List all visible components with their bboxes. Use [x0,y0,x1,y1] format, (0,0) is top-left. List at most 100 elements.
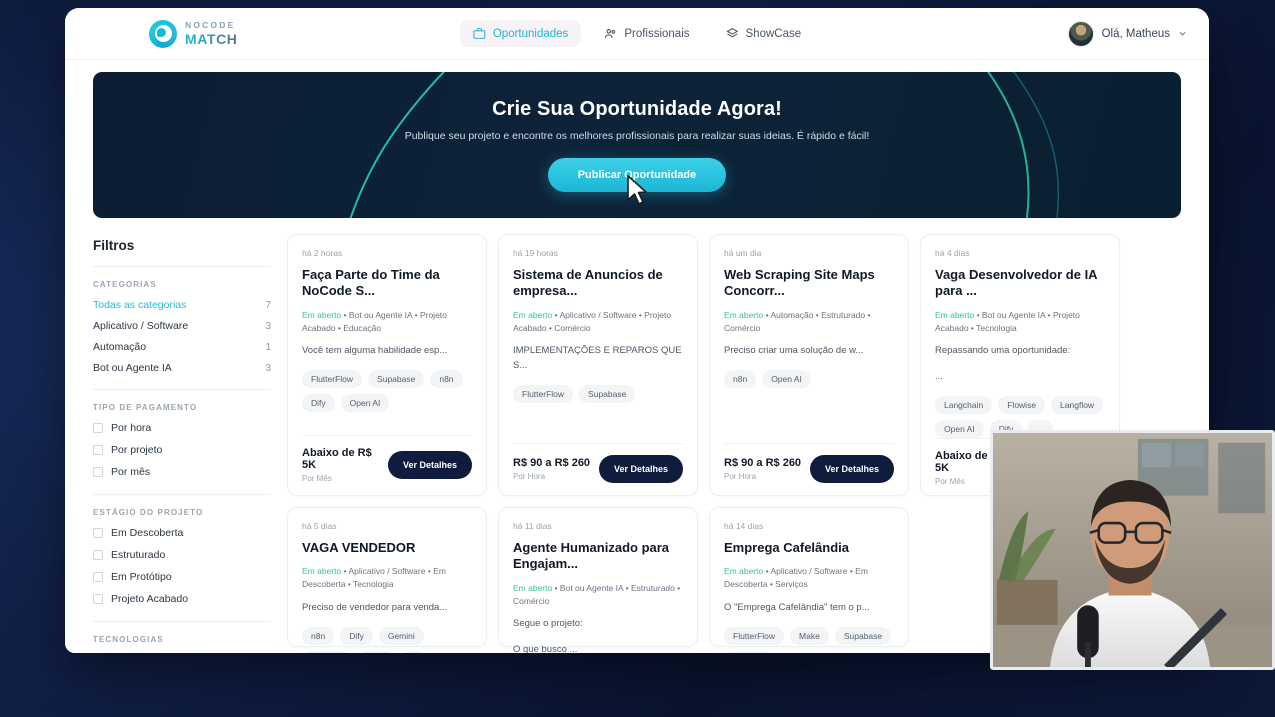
ver-detalhes-button[interactable]: Ver Detalhes [598,455,683,483]
status-badge: Em aberto [724,309,764,320]
opportunity-card[interactable]: há 2 horas Faça Parte do Time da NoCode … [287,234,487,496]
card-description: Você tem alguma habilidade esp... [302,345,448,357]
layers-icon [726,28,739,38]
card-meta: Em aberto • Bot ou Agente IA • Projeto A… [302,309,472,335]
category-name: Automação [93,341,147,353]
card-description: IMPLEMENTAÇÕES E REPAROS QUE S... [513,345,682,371]
card-title: Emprega Cafelândia [724,540,849,555]
checkbox-icon[interactable] [93,594,103,604]
filter-category-automacao[interactable]: Automação 1 [93,341,271,353]
divider [93,266,271,267]
card-price: R$ 90 a R$ 260 [513,457,591,469]
tag[interactable]: FlutterFlow [724,626,785,645]
tag[interactable]: Flowise [998,395,1046,414]
tag[interactable]: n8n [724,369,757,388]
tag[interactable]: Supabase [834,626,892,645]
checkbox-icon[interactable] [93,467,103,477]
tag[interactable]: Make [790,626,829,645]
tag[interactable]: Langchain [935,395,993,414]
avatar [1067,20,1094,47]
card-tags: FlutterFlow Supabase n8n Dify Open AI [302,369,472,412]
user-menu[interactable]: Olá, Matheus [1067,20,1187,47]
tag[interactable]: Dify [302,393,335,412]
opportunity-card[interactable]: há 11 dias Agente Humanizado para Engaja… [498,507,698,653]
card-title: Vaga Desenvolvedor de IA para ... [935,267,1098,299]
tag[interactable]: Glide [356,650,395,653]
filter-category-aplicativo-software[interactable]: Aplicativo / Software 3 [93,320,271,332]
tag[interactable]: Open AI [724,650,773,653]
tag[interactable]: Open AI [935,419,984,438]
tag[interactable]: Gemini [378,626,424,645]
divider [93,389,271,390]
opportunity-card[interactable]: há 5 dias VAGA VENDEDOR Em aberto • Apli… [287,507,487,653]
card-description: Preciso criar uma solução de w... [724,345,864,357]
checkbox-icon[interactable] [93,572,103,582]
filter-label-tecnologias: TECNOLOGIAS [93,635,164,644]
tag[interactable]: ... [400,650,426,653]
opportunity-card[interactable]: há 14 dias Emprega Cafelândia Em aberto … [709,507,909,653]
status-badge: Em aberto [724,566,764,577]
opportunity-card[interactable]: há 19 horas Sistema de Anuncios de empre… [498,234,698,496]
checkbox-icon[interactable] [93,550,103,560]
filters-title: Filtros [93,238,135,253]
tag[interactable]: n8n [430,369,463,388]
ver-detalhes-button[interactable]: Ver Detalhes [809,455,894,483]
filter-stage-projeto-acabado[interactable]: Projeto Acabado [93,593,271,605]
category-name: Todas as categorias [93,299,187,311]
category-name: Aplicativo / Software [93,320,189,332]
nav-item-oportunidades[interactable]: Oportunidades [459,20,582,47]
filter-payment-por-projeto[interactable]: Por projeto [93,444,271,456]
option-label: Projeto Acabado [111,593,189,605]
checkbox-icon[interactable] [93,445,103,455]
card-description-secondary: O que busco ... [513,643,578,653]
card-timestamp: há 11 dias [513,521,552,531]
card-timestamp: há 5 dias [302,521,337,531]
brand-logo[interactable]: NOCODE MATCH [149,19,238,48]
tag[interactable]: Open AI [762,369,811,388]
filter-payment-por-mes[interactable]: Por mês [93,466,271,478]
filter-category-bot-agente-ia[interactable]: Bot ou Agente IA 3 [93,362,271,374]
card-price-unit: Por Hora [513,472,546,481]
checkbox-icon[interactable] [93,423,103,433]
filter-stage-em-descoberta[interactable]: Em Descoberta [93,527,271,539]
status-badge: Em aberto [513,582,553,593]
webcam-overlay [990,430,1275,670]
card-title: Sistema de Anuncios de empresa... [513,267,663,299]
card-meta: Em aberto • Automação • Estruturado • Co… [724,309,894,335]
chevron-down-icon [1179,32,1186,36]
card-description: Segue o projeto: [513,618,583,630]
filter-stage-em-prototipo[interactable]: Em Protótipo [93,571,271,583]
card-tags: n8n Open AI [724,369,894,388]
checkbox-icon[interactable] [93,528,103,538]
tag[interactable]: n8n [302,626,335,645]
card-tags: FlutterFlow Make Supabase Open AI [724,626,894,653]
opportunity-card[interactable]: há um dia Web Scraping Site Maps Concorr… [709,234,909,496]
option-label: Por mês [111,466,151,478]
card-timestamp: há um dia [724,248,762,258]
webcam-video-frame [993,433,1272,667]
tag[interactable]: Langflow [1051,395,1104,414]
card-price: R$ 90 a R$ 260 [724,457,802,469]
card-meta: Em aberto • Aplicativo / Software • Proj… [513,309,683,335]
nav-item-profissionais[interactable]: Profissionais [591,20,702,47]
hero-subtitle: Publique seu projeto e encontre os melho… [404,130,870,142]
filter-label-categorias: CATEGORIAS [93,280,157,289]
category-count: 7 [265,299,271,311]
tag[interactable]: FlutterFlow [302,369,363,388]
card-title: VAGA VENDEDOR [302,540,416,555]
site-header: NOCODE MATCH Oportunidades Profissionais [65,8,1209,60]
tag[interactable]: Open AI [340,393,390,412]
filter-category-todas[interactable]: Todas as categorias 7 [93,299,271,311]
nav-item-showcase[interactable]: ShowCase [713,20,815,47]
tag[interactable]: FlutterFlow [513,384,574,403]
filter-payment-por-hora[interactable]: Por hora [93,422,271,434]
card-description: O "Emprega Cafelândia" tem o p... [724,601,870,613]
tag[interactable]: Open AI [302,650,351,653]
card-price-unit: Por Hora [724,472,757,481]
ver-detalhes-button[interactable]: Ver Detalhes [387,451,472,479]
tag[interactable]: Supabase [368,369,425,388]
card-footer: R$ 90 a R$ 260 Por Hora Ver Detalhes [724,443,894,495]
tag[interactable]: Dify [340,626,373,645]
tag[interactable]: Supabase [579,384,636,403]
filter-stage-estruturado[interactable]: Estruturado [93,549,271,561]
